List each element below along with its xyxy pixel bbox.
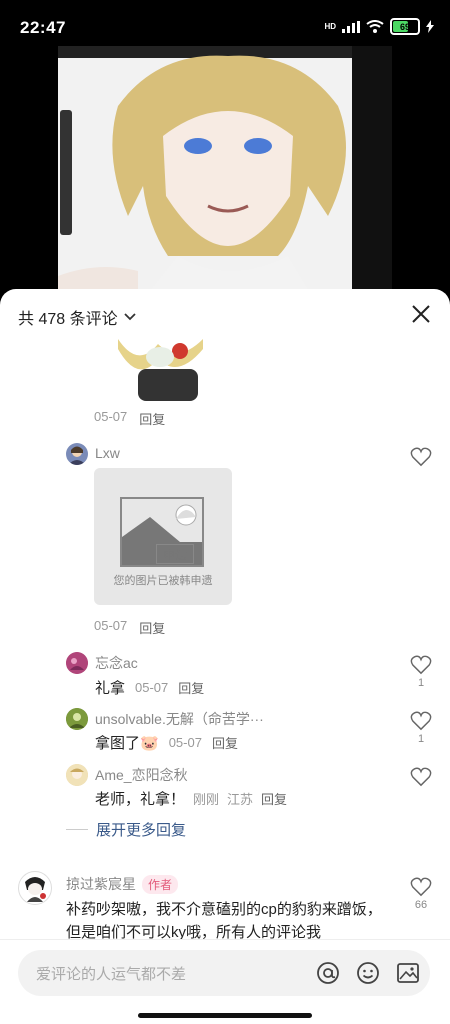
brush-slider bbox=[60, 110, 72, 235]
reply-username[interactable]: 忘念ac bbox=[95, 653, 138, 673]
like-button[interactable]: 66 bbox=[410, 877, 432, 911]
comment-sheet: 共 478 条评论 05-07 回复 Lxw 申遗 您的图片已被韩申遗 05-0… bbox=[0, 289, 450, 1024]
author-tag: 作者 bbox=[142, 874, 179, 894]
status-icons: HD 69 bbox=[324, 18, 434, 35]
signal-icon bbox=[342, 20, 360, 33]
reply-date: 05-07 bbox=[135, 680, 169, 695]
comment-meta: 05-07 回复 bbox=[94, 409, 165, 428]
reply-date: 05-07 bbox=[168, 735, 202, 750]
heart-icon[interactable] bbox=[410, 447, 432, 467]
heart-icon bbox=[410, 711, 432, 731]
comment-username[interactable]: Lxw bbox=[95, 445, 120, 461]
avatar[interactable] bbox=[66, 764, 88, 786]
emoji-icon[interactable] bbox=[356, 961, 380, 985]
reply-button[interactable]: 回复 bbox=[139, 618, 165, 637]
reply-row: 老师，礼拿！ 刚刚 江苏 回复 bbox=[95, 788, 287, 809]
reply-text: 礼拿 bbox=[95, 680, 126, 697]
reply-row: 礼拿 05-07 回复 bbox=[95, 677, 204, 698]
comment-date: 05-07 bbox=[94, 409, 128, 424]
avatar[interactable] bbox=[66, 443, 88, 465]
reply-location: 江苏 bbox=[227, 792, 254, 807]
comment-text: 补药吵架嗷，我不介意磕别的cp的豹豹来蹭饭，但是咱们不可以ky哦，所有人的评论我 bbox=[66, 901, 382, 941]
comment-date: 05-07 bbox=[94, 618, 128, 633]
battery-level: 69 bbox=[399, 21, 410, 32]
comment-count-toggle[interactable]: 共 478 条评论 bbox=[18, 305, 136, 329]
like-button[interactable]: 1 bbox=[410, 655, 432, 689]
previous-comment-image[interactable] bbox=[108, 339, 214, 401]
pig-emoji: 🐷 bbox=[140, 735, 159, 752]
reply-date: 刚刚 bbox=[193, 792, 220, 807]
like-button[interactable]: 1 bbox=[410, 711, 432, 745]
like-count: 1 bbox=[417, 733, 425, 745]
author-header: 掠过紫宸星 作者 bbox=[66, 874, 179, 894]
expand-replies-label: 展开更多回复 bbox=[96, 822, 187, 839]
avatar[interactable] bbox=[18, 871, 52, 905]
close-icon[interactable] bbox=[410, 303, 432, 325]
battery-icon: 69 bbox=[390, 18, 420, 35]
comment-image[interactable]: 申遗 您的图片已被韩申遗 bbox=[94, 468, 232, 605]
comment-count: 共 478 条评论 bbox=[18, 311, 118, 328]
like-count: 66 bbox=[414, 899, 428, 911]
comment-input-container bbox=[18, 950, 430, 998]
wifi-icon bbox=[366, 20, 384, 33]
reply-username[interactable]: unsolvable.无解（命苦学··· bbox=[95, 709, 264, 729]
reply-row: 拿图了🐷 05-07 回复 bbox=[95, 732, 238, 753]
illustration bbox=[58, 55, 346, 306]
expand-replies-button[interactable]: 展开更多回复 bbox=[66, 819, 186, 840]
reply-username[interactable]: Ame_恋阳念秋 bbox=[95, 765, 188, 785]
artwork-dark-edge bbox=[352, 46, 392, 306]
reply-button[interactable]: 回复 bbox=[261, 789, 287, 808]
comment-input[interactable] bbox=[34, 950, 308, 998]
network-type: HD bbox=[324, 21, 336, 31]
heart-icon bbox=[410, 655, 432, 675]
mention-icon[interactable] bbox=[316, 961, 340, 985]
reply-button[interactable]: 回复 bbox=[178, 678, 204, 697]
home-indicator[interactable] bbox=[138, 1013, 312, 1018]
like-count: 1 bbox=[417, 677, 425, 689]
reply-text: 拿图了🐷 bbox=[95, 735, 159, 752]
reply-button[interactable]: 回复 bbox=[139, 409, 165, 428]
stamp-label: 申遗 bbox=[156, 544, 194, 564]
avatar[interactable] bbox=[66, 652, 88, 674]
reply-text: 老师，礼拿！ bbox=[95, 791, 186, 808]
comment-composer bbox=[0, 939, 450, 1024]
status-time: 22:47 bbox=[20, 18, 66, 37]
post-artwork[interactable] bbox=[58, 46, 392, 306]
heart-icon bbox=[410, 877, 432, 897]
avatar[interactable] bbox=[66, 708, 88, 730]
comment-meta: 05-07 回复 bbox=[94, 618, 165, 637]
sheet-header: 共 478 条评论 bbox=[0, 289, 450, 339]
chevron-down-icon bbox=[123, 313, 136, 321]
heart-icon[interactable] bbox=[410, 767, 432, 787]
charging-icon bbox=[426, 20, 434, 33]
image-icon[interactable] bbox=[396, 961, 420, 985]
reply-button[interactable]: 回复 bbox=[212, 733, 238, 752]
image-removed-notice: 您的图片已被韩申遗 bbox=[113, 575, 213, 587]
comment-username[interactable]: 掠过紫宸星 bbox=[66, 874, 136, 894]
divider bbox=[66, 829, 88, 830]
